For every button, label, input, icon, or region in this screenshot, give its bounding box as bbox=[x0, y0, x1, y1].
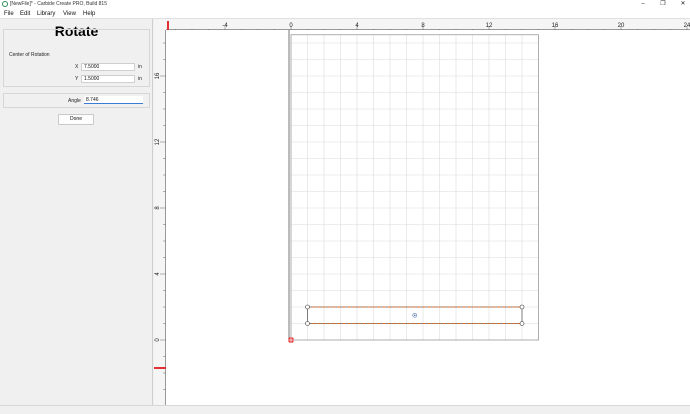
left-ruler-label: 0 bbox=[155, 338, 161, 342]
left-ruler-label: 4 bbox=[155, 272, 161, 276]
title-bar: [NewFile]* - Carbide Create PRO, Build 8… bbox=[0, 0, 690, 9]
rotate-handle-icon bbox=[305, 304, 310, 310]
top-ruler: -4 0 4 8 12 16 20 24 bbox=[166, 19, 690, 32]
canvas-graphic[interactable] bbox=[166, 30, 690, 405]
done-button[interactable]: Done bbox=[58, 114, 94, 125]
menu-help[interactable]: Help bbox=[83, 9, 95, 19]
y-unit-label: in bbox=[138, 76, 142, 82]
rotation-center-dot bbox=[413, 314, 416, 317]
design-canvas[interactable] bbox=[166, 30, 690, 405]
top-ruler-label: 16 bbox=[552, 23, 559, 29]
status-bar bbox=[0, 405, 690, 414]
top-ruler-label: 0 bbox=[289, 23, 293, 29]
x-unit-label: in bbox=[138, 64, 142, 70]
center-of-rotation-label: Center of Rotation bbox=[9, 52, 50, 58]
menu-view[interactable]: View bbox=[63, 9, 76, 19]
menu-bar: File Edit Library View Help bbox=[0, 9, 690, 19]
close-icon[interactable]: ✕ bbox=[677, 0, 689, 9]
minimize-icon[interactable]: – bbox=[637, 0, 649, 9]
center-y-input[interactable] bbox=[81, 75, 135, 83]
top-ruler-label: -4 bbox=[222, 23, 228, 29]
top-ruler-label: 12 bbox=[486, 23, 493, 29]
top-ruler-label: 4 bbox=[355, 23, 359, 29]
left-ruler-label: 16 bbox=[155, 72, 161, 79]
y-label: Y bbox=[75, 76, 79, 82]
left-ruler-label: 12 bbox=[155, 138, 161, 145]
x-label: X bbox=[75, 64, 79, 70]
left-ruler: 16 12 8 4 0 bbox=[154, 30, 166, 405]
maximize-icon[interactable]: ❐ bbox=[657, 0, 669, 9]
carbide-app-icon bbox=[2, 1, 8, 7]
angle-label: Angle bbox=[68, 98, 81, 104]
left-ruler-label: 8 bbox=[155, 206, 161, 210]
top-ruler-label: 20 bbox=[618, 23, 625, 29]
top-ruler-label: 8 bbox=[421, 23, 425, 29]
menu-library[interactable]: Library bbox=[37, 9, 55, 19]
stock-outline bbox=[290, 34, 539, 341]
menu-edit[interactable]: Edit bbox=[20, 9, 30, 19]
left-ruler-position-marker bbox=[154, 367, 166, 369]
center-x-input[interactable] bbox=[81, 63, 135, 71]
rotate-handle-icon bbox=[519, 304, 525, 310]
rotate-handle-icon bbox=[305, 321, 310, 326]
left-ruler-graphic: 16 12 8 4 0 bbox=[154, 42, 166, 390]
rotate-handle-icon bbox=[519, 321, 525, 326]
ruler-corner bbox=[154, 19, 166, 30]
angle-input[interactable] bbox=[84, 96, 143, 104]
top-ruler-label: 24 bbox=[684, 23, 690, 29]
menu-file[interactable]: File bbox=[4, 9, 14, 19]
window-title: [NewFile]* - Carbide Create PRO, Build 8… bbox=[10, 1, 107, 7]
